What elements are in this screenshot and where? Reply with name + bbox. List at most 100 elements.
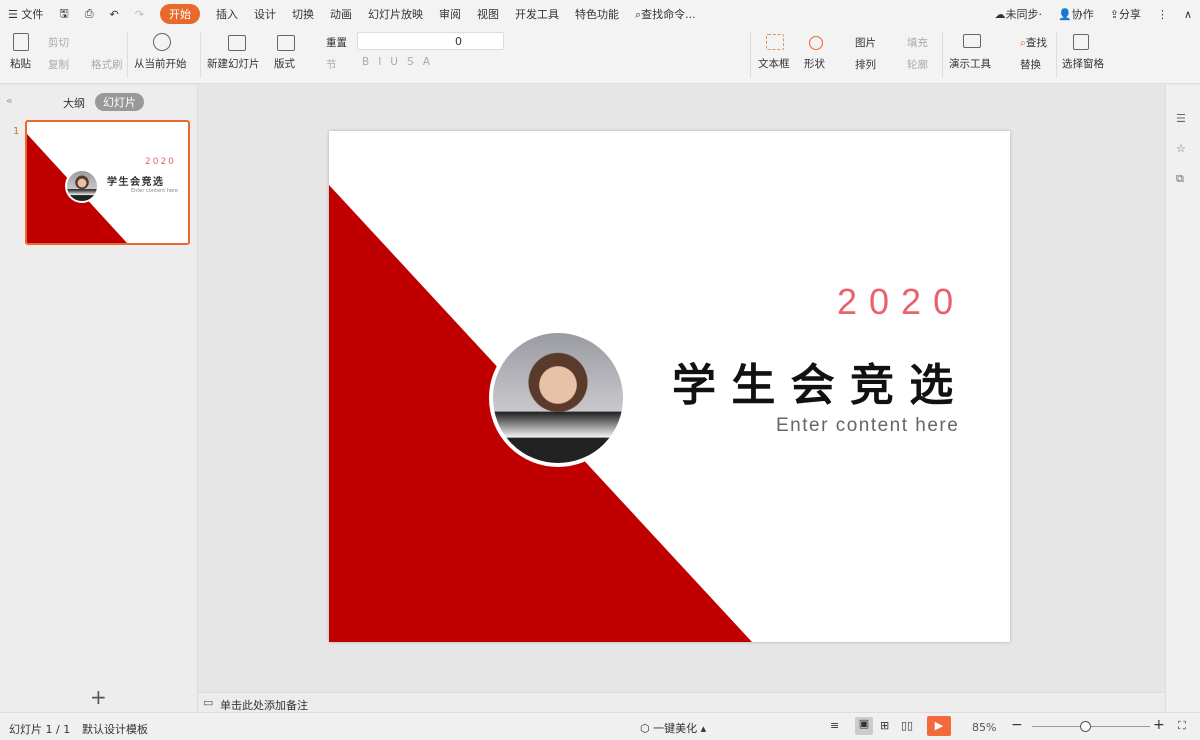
notes-bar[interactable]: ▭ 单击此处添加备注	[198, 692, 1165, 712]
notes-icon: ▭	[203, 696, 214, 709]
share-button[interactable]: ⇪分享	[1110, 6, 1141, 22]
tab-home[interactable]: 开始	[159, 4, 200, 24]
zoom-level[interactable]: 85%	[972, 721, 996, 734]
tab-slideshow[interactable]: 幻灯片放映	[368, 6, 423, 22]
portrait-photo	[489, 329, 627, 467]
slide-title: 学 生 会 竞 选	[672, 360, 954, 411]
file-label: 文件	[21, 8, 44, 21]
transition-icon[interactable]: ⧉	[1176, 172, 1184, 186]
arrange-button[interactable]: 排列	[855, 57, 876, 72]
divider	[942, 32, 943, 78]
search-label: 查找命令...	[641, 8, 696, 21]
divider	[200, 32, 201, 78]
divider	[1056, 32, 1057, 78]
tab-features[interactable]: 特色功能	[575, 6, 619, 22]
selection-pane-icon	[1073, 34, 1089, 50]
play-slideshow-button[interactable]: ▶	[927, 716, 951, 736]
selection-pane-button[interactable]: 选择窗格	[1062, 56, 1104, 71]
sorter-view-icon[interactable]: ⊞	[880, 719, 889, 732]
format-painter-button[interactable]: 格式刷	[91, 57, 123, 72]
collab-button[interactable]: 👤协作	[1058, 6, 1094, 22]
collapse-ribbon-icon[interactable]: ∧	[1184, 8, 1192, 21]
right-sidebar: ☰ ☆ ⧉	[1165, 85, 1200, 712]
fit-window-icon[interactable]: ⛶	[1178, 719, 1186, 733]
font-size-input[interactable]: 0	[357, 32, 504, 50]
reading-view-icon[interactable]: ▯▯	[901, 719, 913, 732]
notes-placeholder[interactable]: 单击此处添加备注	[220, 697, 308, 713]
beautify-icon: ⬡	[640, 722, 654, 735]
more-icon[interactable]: ⋮	[1157, 8, 1168, 21]
layout-icon	[277, 35, 295, 51]
add-slide-icon[interactable]: +	[90, 685, 107, 709]
slide-canvas[interactable]: 2020 学 生 会 竞 选 Enter content here	[329, 131, 1010, 642]
reset-button[interactable]: 重置	[326, 35, 347, 50]
paste-icon	[13, 33, 29, 51]
tab-view[interactable]: 视图	[477, 6, 499, 22]
play-icon	[153, 33, 171, 51]
beautify-label: 一键美化	[653, 722, 698, 735]
zoom-slider-handle[interactable]	[1080, 721, 1092, 732]
share-label: 分享	[1118, 8, 1141, 21]
shape-button[interactable]: 形状	[804, 56, 825, 71]
outline-button[interactable]: 轮廓	[907, 57, 928, 72]
slide-number: 1	[13, 126, 20, 137]
picture-button[interactable]: 图片	[855, 35, 876, 50]
new-slide-button[interactable]: 新建幻灯片	[207, 56, 260, 71]
collapse-panel-icon[interactable]: «	[6, 94, 13, 107]
sync-label: 未同步	[1005, 8, 1039, 21]
text-box-icon	[766, 34, 784, 50]
template-name[interactable]: 默认设计模板	[82, 721, 148, 737]
slide-thumbnail[interactable]: 2020 学 生 会 竞 选 Enter content here	[25, 120, 190, 245]
slide-subtitle: Enter content here	[776, 415, 960, 436]
find-button[interactable]: ⌕查找	[1020, 35, 1047, 50]
new-slide-icon	[228, 35, 246, 51]
fill-button[interactable]: 填充	[907, 35, 928, 50]
slide-count: 幻灯片 1 / 1	[9, 723, 71, 736]
normal-view-icon[interactable]: ▣	[855, 717, 873, 735]
zoom-in-icon[interactable]: +	[1153, 717, 1165, 733]
slide-year: 2020	[837, 281, 966, 322]
thumb-subtitle: Enter content here	[131, 188, 179, 194]
tab-outline[interactable]: 大纲	[63, 95, 85, 111]
paste-button[interactable]: 粘贴	[10, 56, 31, 71]
find-label: 查找	[1025, 37, 1047, 49]
divider	[127, 32, 128, 78]
presentation-tools-button[interactable]: 演示工具	[949, 56, 991, 71]
replace-button[interactable]: 替换	[1020, 57, 1041, 72]
presentation-tools-icon	[963, 34, 981, 48]
from-current-button[interactable]: 从当前开始	[134, 56, 187, 71]
ribbon-toolbar: 粘贴 剪切 复制 格式刷 从当前开始 新建幻灯片 版式 重置 节 0 BIUSA…	[0, 28, 1200, 84]
tab-review[interactable]: 审阅	[439, 6, 461, 22]
text-format-buttons[interactable]: BIUSA	[362, 56, 439, 68]
tab-insert[interactable]: 插入	[216, 6, 238, 22]
zoom-out-icon[interactable]: −	[1011, 717, 1023, 733]
menu-bar: ☰ 文件 🖫 ⎙ ↶ ↷ 开始 插入 设计 切换 动画 幻灯片放映 审阅 视图 …	[0, 0, 1200, 28]
section-button[interactable]: 节	[326, 57, 337, 72]
collab-label: 协作	[1071, 8, 1094, 21]
text-box-button[interactable]: 文本框	[758, 56, 790, 71]
undo-icon[interactable]: ↶	[110, 8, 119, 21]
layout-button[interactable]: 版式	[274, 56, 295, 71]
tab-design[interactable]: 设计	[254, 6, 276, 22]
tab-animation[interactable]: 动画	[330, 6, 352, 22]
thumb-year: 2020	[145, 157, 176, 167]
animation-icon[interactable]: ☆	[1176, 142, 1186, 155]
cut-button[interactable]: 剪切	[48, 35, 69, 50]
tab-slides[interactable]: 幻灯片	[95, 93, 144, 111]
print-icon[interactable]: ⎙	[85, 7, 94, 21]
copy-button[interactable]: 复制	[48, 57, 69, 72]
properties-icon[interactable]: ☰	[1176, 112, 1186, 125]
redo-icon[interactable]: ↷	[135, 8, 144, 21]
notes-toggle-icon[interactable]: ≡	[830, 719, 839, 732]
tab-transition[interactable]: 切换	[292, 6, 314, 22]
thumb-photo	[65, 169, 99, 203]
font-size-value: 0	[455, 35, 462, 48]
shape-icon	[809, 36, 823, 50]
save-icon[interactable]: 🖫	[59, 5, 68, 24]
tab-developer[interactable]: 开发工具	[515, 6, 559, 22]
file-menu[interactable]: ☰ 文件	[8, 6, 43, 22]
status-bar: 幻灯片 1 / 1 默认设计模板 ⬡ 一键美化 ▴ ≡ ▣ ⊞ ▯▯ ▶ 85%…	[0, 712, 1200, 740]
beautify-button[interactable]: ⬡ 一键美化 ▴	[640, 720, 706, 736]
sync-button[interactable]: ☁未同步·	[995, 6, 1043, 22]
command-search[interactable]: ⌕查找命令...	[635, 6, 696, 22]
